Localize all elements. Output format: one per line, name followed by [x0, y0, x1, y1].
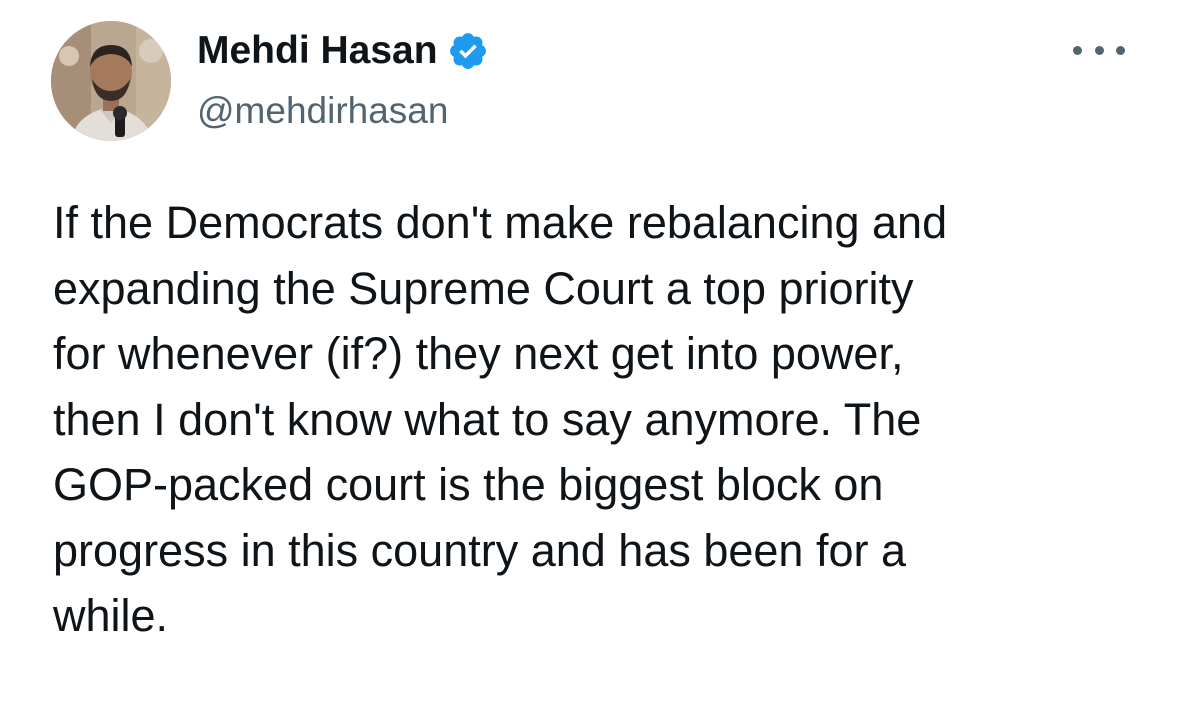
tweet-card: Mehdi Hasan @mehdirhasan If the Democrat… [0, 0, 1179, 710]
more-dot [1116, 45, 1125, 55]
avatar[interactable] [51, 21, 171, 141]
tweet-text: If the Democrats don't make rebalancing … [53, 197, 948, 641]
author-name-row: Mehdi Hasan [197, 27, 489, 75]
more-dot [1073, 45, 1082, 55]
verified-badge-icon[interactable] [447, 30, 489, 72]
more-dot [1094, 45, 1104, 55]
avatar-image [51, 21, 171, 141]
more-options-icon[interactable] [1073, 30, 1125, 70]
handle[interactable]: @mehdirhasan [197, 88, 448, 134]
display-name[interactable]: Mehdi Hasan [197, 27, 438, 75]
